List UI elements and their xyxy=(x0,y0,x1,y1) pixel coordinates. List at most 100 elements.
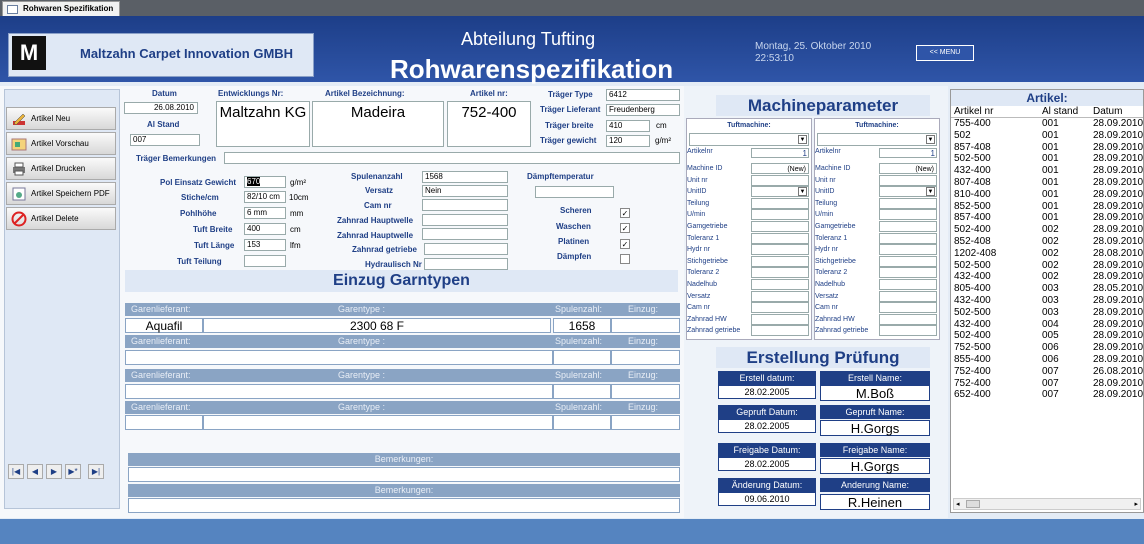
artikel-vorschau-button[interactable]: Artikel Vorschau xyxy=(6,132,116,155)
machine-param-field[interactable] xyxy=(879,290,937,302)
tab-rohwaren-spezifikation[interactable]: Rohwaren Spezifikation xyxy=(2,1,121,16)
tuftmachine-left-select[interactable]: ▼ xyxy=(689,133,809,146)
machine-param-field[interactable] xyxy=(879,221,937,232)
daempfen-checkbox[interactable] xyxy=(620,254,630,264)
machine-param-field[interactable] xyxy=(751,279,809,290)
gepruft-datum-field[interactable]: 28.02.2005 xyxy=(718,419,816,433)
freigabe-datum-field[interactable]: 28.02.2005 xyxy=(718,457,816,471)
spulenzahl-3-field[interactable] xyxy=(553,384,611,399)
machine-param-field[interactable] xyxy=(879,209,937,221)
machine-param-field[interactable] xyxy=(879,197,937,209)
table-row[interactable]: 752-500 006 28.09.2010 xyxy=(951,342,1143,354)
machine-param-field[interactable] xyxy=(879,255,937,267)
table-row[interactable]: 852-408 002 28.09.2010 xyxy=(951,236,1143,248)
table-row[interactable]: 852-500 001 28.09.2010 xyxy=(951,201,1143,213)
machine-param-field[interactable] xyxy=(751,197,809,209)
gepruft-name-field[interactable]: H.Gorgs xyxy=(820,420,930,436)
zahnrad-getriebe-field[interactable] xyxy=(424,243,508,255)
al-stand-field[interactable]: 007 xyxy=(130,134,200,146)
traeger-lieferant-field[interactable]: Freudenberg xyxy=(606,104,680,116)
zahnrad-hauptwelle-1-field[interactable] xyxy=(422,214,508,226)
erstell-name-field[interactable]: M.Boß xyxy=(820,385,930,401)
traeger-bemerkungen-field[interactable] xyxy=(224,152,680,164)
horizontal-scrollbar[interactable]: ◂ ▸ xyxy=(953,498,1141,510)
spulenzahl-4-field[interactable] xyxy=(553,415,611,430)
table-row[interactable]: 432-400 003 28.09.2010 xyxy=(951,295,1143,307)
table-row[interactable]: 755-400 001 28.09.2010 xyxy=(951,118,1143,130)
artikelnr-left-field[interactable]: 1 xyxy=(751,148,809,158)
zahnrad-hauptwelle-2-field[interactable] xyxy=(422,228,508,240)
new-record-button[interactable]: ▶* xyxy=(65,464,81,479)
garenlieferant-1-field[interactable]: Aquafil xyxy=(125,318,203,333)
table-row[interactable]: 502-400 005 28.09.2010 xyxy=(951,330,1143,342)
machine-param-field[interactable] xyxy=(751,232,809,244)
platinen-checkbox[interactable]: ✓ xyxy=(620,239,630,249)
pohlhoehe-field[interactable]: 6 mm xyxy=(244,207,286,219)
freigabe-name-field[interactable]: H.Gorgs xyxy=(820,458,930,474)
hydraulisch-field[interactable] xyxy=(424,258,508,270)
table-row[interactable]: 432-400 004 28.09.2010 xyxy=(951,319,1143,331)
col-al-stand[interactable]: Al stand xyxy=(1042,106,1078,117)
versatz-field[interactable]: Nein xyxy=(422,185,508,197)
machine-param-field[interactable] xyxy=(879,232,937,244)
machine-param-field[interactable]: (New) xyxy=(751,163,809,174)
artikel-neu-button[interactable]: Artikel Neu xyxy=(6,107,116,130)
machine-param-field[interactable]: (New) xyxy=(879,163,937,174)
col-artikel-nr[interactable]: Artikel nr xyxy=(954,106,993,117)
traeger-type-field[interactable]: 6412 xyxy=(606,89,680,101)
garen-4a-field[interactable] xyxy=(125,415,203,430)
table-row[interactable]: 810-400 001 28.09.2010 xyxy=(951,189,1143,201)
garentype-1-field[interactable]: 2300 68 F xyxy=(203,318,551,333)
col-datum[interactable]: Datum xyxy=(1093,106,1122,117)
table-row[interactable]: 502-500 002 28.09.2010 xyxy=(951,260,1143,272)
machine-param-field[interactable] xyxy=(879,244,937,256)
machine-param-field[interactable] xyxy=(751,302,809,314)
table-row[interactable]: 432-400 002 28.09.2010 xyxy=(951,271,1143,283)
table-row[interactable]: 752-400 007 26.08.2010 xyxy=(951,366,1143,378)
spulenzahl-1-field[interactable]: 1658 xyxy=(553,318,611,333)
table-row[interactable]: 502-500 001 28.09.2010 xyxy=(951,153,1143,165)
table-row[interactable]: 432-400 001 28.09.2010 xyxy=(951,165,1143,177)
machine-param-field[interactable] xyxy=(879,325,937,337)
machine-param-field[interactable] xyxy=(879,279,937,290)
aenderung-datum-field[interactable]: 09.06.2010 xyxy=(718,492,816,506)
table-row[interactable]: 857-408 001 28.09.2010 xyxy=(951,142,1143,154)
traeger-breite-field[interactable]: 410 xyxy=(606,120,650,132)
tuft-breite-field[interactable]: 400 xyxy=(244,223,286,235)
machine-param-field[interactable] xyxy=(751,255,809,267)
table-row[interactable]: 502-400 002 28.09.2010 xyxy=(951,224,1143,236)
pol-field[interactable]: 670 xyxy=(244,176,286,188)
table-row[interactable]: 652-400 007 28.09.2010 xyxy=(951,389,1143,401)
next-record-button[interactable]: ▶ xyxy=(46,464,62,479)
machine-param-field[interactable] xyxy=(879,302,937,314)
scheren-checkbox[interactable]: ✓ xyxy=(620,208,630,218)
artikelnr-right-field[interactable]: 1 xyxy=(879,148,937,158)
tuft-teilung-field[interactable] xyxy=(244,255,286,267)
entwicklungs-field[interactable]: Maltzahn KG xyxy=(216,101,310,147)
bezeichnung-field[interactable]: Madeira xyxy=(312,101,444,147)
scroll-thumb[interactable] xyxy=(966,500,980,508)
last-record-button[interactable]: ▶| xyxy=(88,464,104,479)
einzug-4-field[interactable] xyxy=(611,415,680,430)
table-row[interactable]: 807-408 001 28.09.2010 xyxy=(951,177,1143,189)
machine-param-field[interactable] xyxy=(879,174,937,186)
table-row[interactable]: 855-400 006 28.09.2010 xyxy=(951,354,1143,366)
tuft-laenge-field[interactable]: 153 xyxy=(244,239,286,251)
stiche-field[interactable]: 82/10 cm xyxy=(244,191,286,203)
first-record-button[interactable]: |◀ xyxy=(8,464,24,479)
menu-button[interactable]: << MENU xyxy=(916,45,974,61)
daempftemperatur-field[interactable] xyxy=(535,186,614,198)
spulenzahl-2-field[interactable] xyxy=(553,350,611,365)
einzug-1-field[interactable] xyxy=(611,318,680,333)
garen-4b-field[interactable] xyxy=(203,415,553,430)
artikel-delete-button[interactable]: Artikel Delete xyxy=(6,207,116,230)
machine-param-field[interactable] xyxy=(751,267,809,279)
machine-param-field[interactable] xyxy=(751,290,809,302)
einzug-3-field[interactable] xyxy=(611,384,680,399)
prev-record-button[interactable]: ◀ xyxy=(27,464,43,479)
table-row[interactable]: 805-400 003 28.05.2010 xyxy=(951,283,1143,295)
machine-param-field[interactable] xyxy=(751,221,809,232)
machine-param-field[interactable] xyxy=(751,244,809,256)
table-row[interactable]: 1202-408 002 28.08.2010 xyxy=(951,248,1143,260)
tuftmachine-right-select[interactable]: ▼ xyxy=(817,133,937,146)
